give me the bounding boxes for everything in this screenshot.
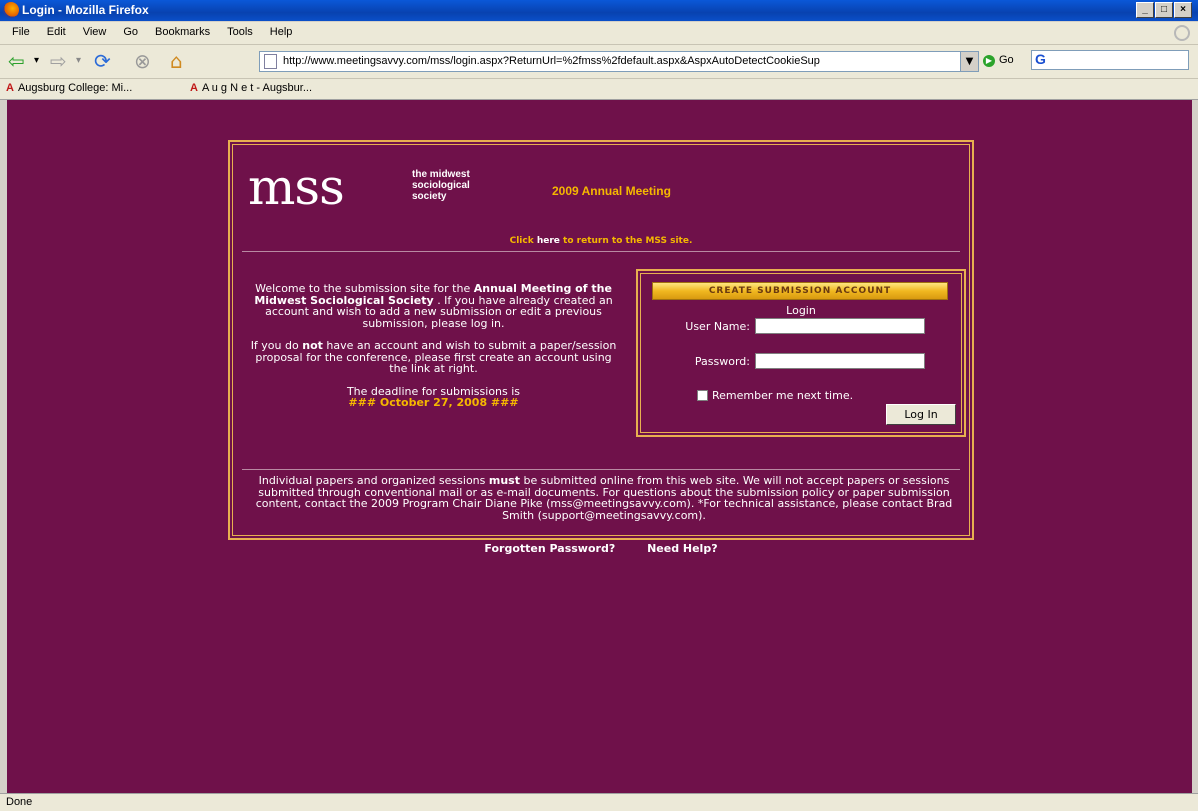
menu-tools[interactable]: Tools [222, 26, 258, 38]
username-input[interactable] [755, 318, 925, 334]
title-bar: Login - Mozilla Firefox _ □ × [0, 0, 1198, 21]
menu-file[interactable]: File [7, 26, 35, 38]
submission-notice: Individual papers and organized sessions… [255, 474, 953, 522]
page-content: mss the midwest sociological society 2009 … [7, 100, 1192, 793]
stop-icon[interactable]: ⊗ [134, 50, 151, 72]
window-title: Login - Mozilla Firefox [22, 3, 149, 17]
login-button[interactable]: Log In [886, 404, 956, 425]
menu-bar: File Edit View Go Bookmarks Tools Help [0, 22, 1198, 45]
augsburg-logo-icon: A [6, 82, 14, 94]
go-label: Go [999, 54, 1014, 66]
annual-meeting-title: 2009 Annual Meeting [552, 184, 671, 198]
forgot-password-link[interactable]: Forgotten Password? [484, 542, 615, 555]
password-input[interactable] [755, 353, 925, 369]
maximize-button[interactable]: □ [1155, 2, 1173, 18]
remember-checkbox[interactable] [697, 390, 708, 401]
return-link[interactable]: here [537, 236, 560, 246]
firefox-icon [3, 2, 19, 18]
menu-edit[interactable]: Edit [42, 26, 71, 38]
go-button[interactable]: ▶ Go [983, 54, 1014, 67]
login-title: Login [786, 304, 816, 317]
minimize-button[interactable]: _ [1136, 2, 1154, 18]
forward-arrow-icon[interactable]: ⇨ [50, 50, 67, 72]
return-link-line: Click here to return to the MSS site. [509, 236, 693, 246]
url-bar[interactable]: http://www.meetingsavvy.com/mss/login.as… [259, 51, 961, 72]
footer-links: Forgotten Password? Need Help? [228, 542, 974, 555]
password-label: Password: [694, 355, 750, 368]
home-icon[interactable]: ⌂ [170, 50, 183, 72]
augnet-logo-icon: A [190, 82, 198, 94]
deadline-date: ### October 27, 2008 ### [348, 396, 519, 409]
status-text: Done [6, 796, 33, 808]
search-box[interactable]: G [1031, 50, 1189, 70]
divider [242, 251, 960, 252]
url-dropdown-icon[interactable]: ▼ [960, 51, 979, 72]
menu-view[interactable]: View [78, 26, 112, 38]
menu-bookmarks[interactable]: Bookmarks [150, 26, 215, 38]
reload-icon[interactable]: ⟳ [94, 50, 111, 72]
back-dropdown-icon[interactable]: ▾ [34, 50, 39, 72]
bookmarks-toolbar: A Augsburg College: Mi... AA u g N e t - … [0, 79, 1198, 100]
menu-help[interactable]: Help [265, 26, 298, 38]
menu-go[interactable]: Go [118, 26, 143, 38]
mss-logo: mss [248, 158, 345, 216]
bookmark-augsburg[interactable]: A Augsburg College: Mi... [6, 82, 132, 94]
need-help-link[interactable]: Need Help? [647, 542, 718, 555]
remember-label: Remember me next time. [712, 389, 854, 402]
username-label: User Name: [685, 320, 750, 333]
page-icon [264, 54, 277, 69]
welcome-text: Welcome to the submission site for the A… [250, 282, 617, 409]
login-form: CREATE SUBMISSION ACCOUNT Login User Nam… [636, 269, 966, 437]
login-panel: mss the midwest sociological society 2009 … [228, 140, 974, 540]
throbber-icon [1174, 25, 1190, 41]
back-arrow-icon[interactable]: ⇦ [8, 50, 25, 72]
logo-subtitle: the midwest sociological society [412, 169, 470, 202]
go-icon: ▶ [983, 55, 995, 67]
close-button[interactable]: × [1174, 2, 1192, 18]
forward-dropdown-icon[interactable]: ▾ [76, 50, 81, 72]
divider [242, 469, 960, 470]
url-text: http://www.meetingsavvy.com/mss/login.as… [283, 55, 820, 67]
bookmark-augnet[interactable]: AA u g N e t - Augsbur... [190, 82, 312, 94]
navigation-toolbar: ⇦ ▾ ⇨ ▾ ⟳ ⊗ ⌂ http://www.meetingsavvy.co… [0, 45, 1198, 79]
create-account-button[interactable]: CREATE SUBMISSION ACCOUNT [652, 282, 948, 300]
status-bar: Done [0, 793, 1198, 811]
